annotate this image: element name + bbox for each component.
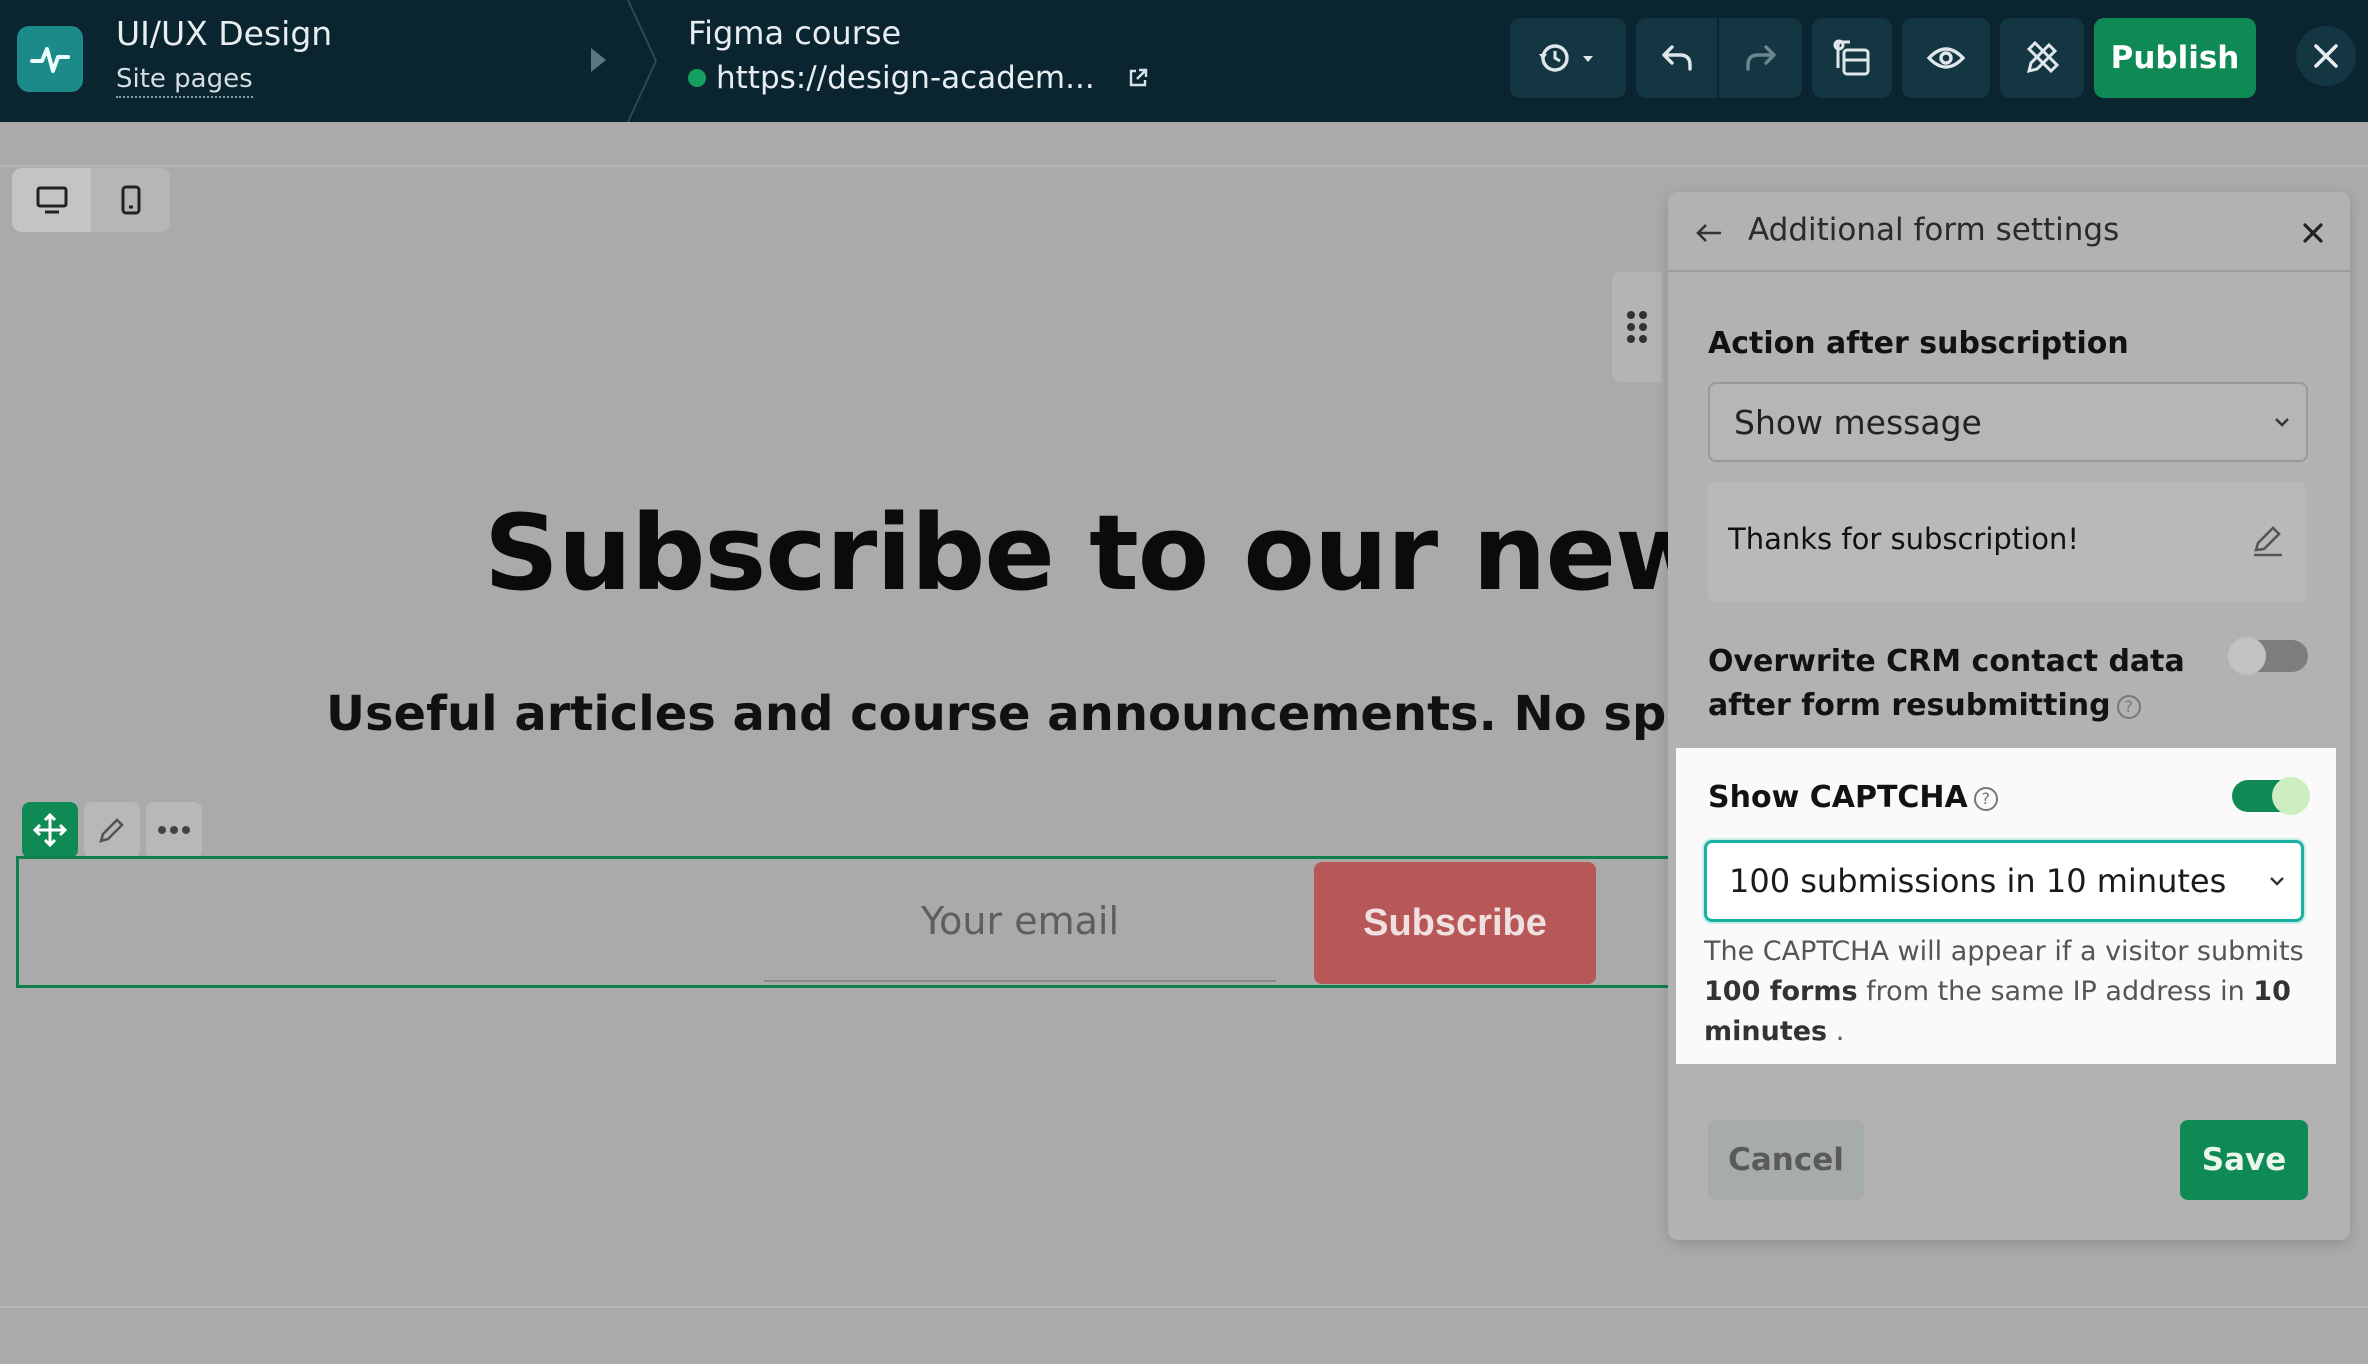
pencil-ruler-icon — [2026, 40, 2060, 74]
undo-button[interactable] — [1636, 18, 1719, 98]
captcha-desc-part2: from the same IP address in — [1866, 976, 2245, 1007]
desktop-view-button[interactable] — [12, 168, 91, 232]
show-captcha-toggle[interactable] — [2232, 777, 2310, 815]
breadcrumb-divider — [627, 0, 658, 122]
captcha-threshold-select[interactable]: 100 submissions in 10 minutes — [1704, 840, 2304, 922]
close-icon — [2314, 44, 2338, 68]
overwrite-crm-label: Overwrite CRM contact data after form re… — [1708, 640, 2185, 728]
live-status-dot — [688, 69, 706, 87]
preview-button[interactable] — [1902, 18, 1990, 98]
site-pages-link[interactable]: Site pages — [116, 64, 253, 98]
save-button[interactable]: Save — [2180, 1120, 2308, 1200]
arrow-left-icon — [1696, 224, 1721, 242]
email-input[interactable] — [764, 862, 1276, 982]
panel-title: Additional form settings — [1748, 212, 2120, 248]
thank-you-message-box[interactable]: Thanks for subscription! — [1708, 482, 2306, 602]
redo-icon — [1745, 45, 1776, 71]
form-settings-panel: Additional form settings Action after su… — [1668, 192, 2350, 1240]
history-icon — [1539, 44, 1593, 72]
overwrite-crm-toggle[interactable] — [2228, 637, 2308, 675]
move-icon — [32, 812, 68, 848]
eye-icon — [1927, 47, 1965, 69]
cancel-button[interactable]: Cancel — [1708, 1120, 1864, 1200]
canvas-divider-top — [0, 165, 2368, 167]
captcha-description: The CAPTCHA will appear if a visitor sub… — [1704, 932, 2312, 1052]
undo-icon — [1661, 45, 1692, 71]
chevron-down-icon — [2270, 877, 2284, 886]
undo-redo-group — [1636, 18, 1802, 98]
subscribe-button[interactable]: Subscribe — [1314, 862, 1596, 984]
history-button[interactable] — [1510, 18, 1626, 98]
redo-button[interactable] — [1719, 18, 1802, 98]
app-logo-icon[interactable] — [17, 26, 83, 92]
edit-message-icon[interactable] — [2250, 522, 2286, 558]
captcha-desc-period: . — [1835, 1016, 1845, 1047]
show-captcha-label: Show CAPTCHA? — [1708, 780, 1998, 815]
panel-drag-handle[interactable] — [1612, 272, 1662, 382]
design-tools-button[interactable] — [2000, 18, 2084, 98]
captcha-threshold-value: 100 submissions in 10 minutes — [1729, 862, 2227, 900]
action-select[interactable]: Show message — [1708, 382, 2308, 462]
page-settings-button[interactable] — [1812, 18, 1892, 98]
panel-close-button[interactable] — [2296, 216, 2330, 250]
show-captcha-text: Show CAPTCHA — [1708, 780, 1968, 815]
page-url-row: https://design-academ... — [688, 60, 1151, 96]
publish-button[interactable]: Publish — [2094, 18, 2256, 98]
block-toolbar — [22, 802, 202, 858]
drag-dots-icon — [1627, 311, 1647, 343]
page-url[interactable]: https://design-academ... — [716, 60, 1095, 96]
page-settings-icon — [1833, 39, 1870, 76]
captcha-settings-card: Show CAPTCHA? 100 submissions in 10 minu… — [1676, 748, 2336, 1064]
device-toggle — [12, 168, 170, 232]
toggle-knob — [2272, 777, 2310, 815]
more-options-button[interactable] — [146, 802, 202, 858]
canvas-divider-bottom — [0, 1306, 2368, 1308]
help-icon[interactable]: ? — [2116, 694, 2141, 719]
ellipsis-icon — [158, 826, 190, 834]
back-button[interactable] — [1692, 216, 1726, 250]
expand-triangle-icon[interactable] — [580, 40, 616, 80]
desktop-icon — [36, 186, 67, 214]
action-select-value: Show message — [1734, 402, 1982, 442]
captcha-desc-forms: 100 forms — [1704, 976, 1858, 1007]
overwrite-crm-label-line2: after form resubmitting — [1708, 688, 2111, 723]
move-block-button[interactable] — [22, 802, 78, 858]
captcha-desc-part1: The CAPTCHA will appear if a visitor sub… — [1704, 936, 2304, 967]
newsletter-headline[interactable]: Subscribe to our newsle — [484, 492, 1876, 614]
page-title: Figma course — [688, 14, 902, 52]
edit-block-button[interactable] — [84, 802, 140, 858]
mobile-icon — [121, 185, 140, 215]
thank-you-message: Thanks for subscription! — [1728, 522, 2079, 556]
mobile-view-button[interactable] — [91, 168, 170, 232]
chevron-down-icon — [2275, 418, 2289, 427]
external-link-icon[interactable] — [1125, 65, 1151, 91]
help-icon[interactable]: ? — [1973, 786, 1998, 811]
toggle-knob — [2228, 637, 2266, 675]
pencil-icon — [99, 818, 124, 843]
close-editor-button[interactable] — [2296, 26, 2356, 86]
close-icon — [2303, 223, 2323, 243]
overwrite-crm-label-line1: Overwrite CRM contact data — [1708, 644, 2185, 679]
top-bar: UI/UX Design Site pages Figma course htt… — [0, 0, 2368, 122]
project-title: UI/UX Design — [116, 14, 333, 53]
action-after-subscription-label: Action after subscription — [1708, 326, 2129, 361]
panel-header: Additional form settings — [1668, 192, 2350, 272]
